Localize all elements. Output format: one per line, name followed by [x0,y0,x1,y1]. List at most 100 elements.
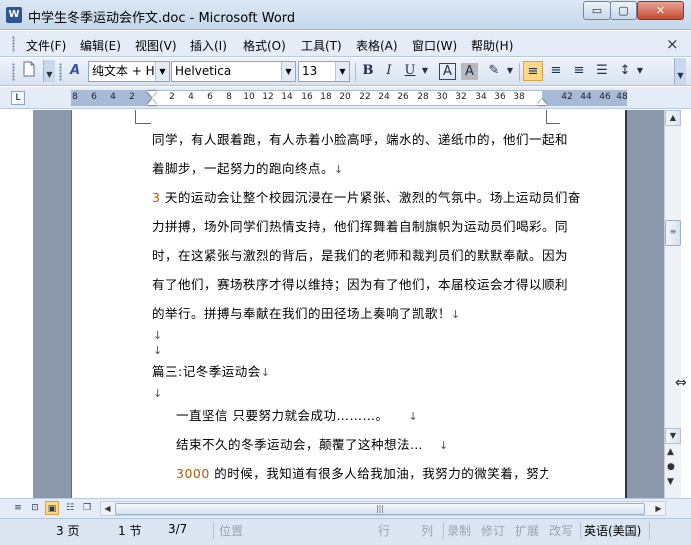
paragraph-mark-icon: ↓ [408,410,419,423]
menu-insert[interactable]: 插入(I) [190,37,227,54]
underline-button[interactable]: U [400,61,420,81]
toolbar-grip-handle[interactable] [12,63,15,81]
ruler-tick: 10 [243,92,255,102]
highlight-icon[interactable]: ✎ [484,61,504,81]
align-center-button[interactable]: ≡ [546,61,566,81]
justify-button[interactable]: ☰ [592,61,612,81]
scroll-right-button[interactable]: ▶ [652,502,665,515]
toolbar-overflow-chevron[interactable]: ▼ [43,60,55,82]
ruler-tick: 16 [301,92,313,102]
scroll-up-button[interactable]: ▲ [665,110,681,126]
menu-edit[interactable]: 编辑(E) [80,37,121,54]
ruler-tick: 4 [188,92,194,102]
style-select[interactable]: 纯文本 + H ▼ [88,61,170,82]
ruler-tick: 6 [207,92,213,102]
menu-grip-handle[interactable] [12,36,15,52]
horizontal-scrollbar[interactable]: ◀ ||| ▶ [100,501,666,516]
first-line-indent-marker[interactable] [147,91,157,97]
left-page-background [33,110,71,498]
ruler-tick: 4 [110,92,116,102]
paragraph-mark-icon: ↓ [153,344,163,357]
paragraph-line[interactable]: 同学，有人跟着跑，有人赤着小脸高呼，端水的、递纸巾的，他们一起和 [152,125,568,154]
resize-cursor-icon: ⇔ [675,375,687,391]
outline-view-icon[interactable]: ☷ [63,501,77,515]
new-document-icon[interactable] [19,61,39,81]
chevron-down-icon[interactable]: ▼ [155,62,169,81]
paragraph-line[interactable]: 一直坚信 只要努力就会成功………。 ↓ [176,401,571,431]
ruler-tick: 2 [169,92,175,102]
vertical-scroll-thumb[interactable]: ≡ [665,220,681,246]
hanging-indent-marker[interactable] [147,99,157,105]
word-app-icon[interactable]: W [6,7,22,23]
font-select[interactable]: Helvetica ▼ [171,61,296,82]
status-revise[interactable]: 修订 [481,522,505,539]
paragraph-line[interactable]: 有了他们，赛场秩序才得以维持；因为有了他们，本届校运会才得以顺利 [152,270,568,299]
menu-table[interactable]: 表格(A) [356,37,398,54]
paragraph-mark-icon: ↓ [153,387,163,400]
vertical-scrollbar[interactable]: ▲ ≡ ▼ ▲ ● ▼ [664,110,681,498]
status-section: 1 节 [118,524,142,538]
chevron-down-icon[interactable]: ▼ [335,62,349,81]
print-layout-view-icon[interactable]: ▣ [45,501,59,515]
title-bar: W 中学生冬季运动会作文.doc - Microsoft Word ▭ ▢ ✕ [0,0,691,30]
close-button[interactable]: ✕ [637,1,684,20]
document-close-icon[interactable]: × [666,35,679,53]
previous-page-icon[interactable]: ▲ [667,447,674,457]
right-page-background [627,110,664,498]
scroll-down-button[interactable]: ▼ [665,428,681,444]
paragraph-mark-icon: ↓ [439,439,449,452]
align-right-button[interactable]: ≡ [569,61,589,81]
right-indent-marker[interactable] [537,99,547,105]
status-position: 位置 [219,524,244,538]
paragraph-line[interactable]: 结束不久的冬季运动会，颠覆了这种想法… ↓ [176,430,571,460]
ruler-tick: 48 [616,92,628,102]
status-extend[interactable]: 扩展 [515,522,539,539]
ruler-tick: 6 [91,92,97,102]
styles-formatting-icon[interactable]: A [65,61,85,81]
menu-view[interactable]: 视图(V) [135,37,177,54]
paragraph-line[interactable]: 着脚步，一起努力的跑向终点。↓ [152,154,547,184]
ruler-tick: 44 [580,92,592,102]
maximize-button[interactable]: ▢ [610,1,637,20]
scroll-left-button[interactable]: ◀ [101,502,114,515]
underline-dropdown-icon[interactable]: ▼ [419,61,431,81]
status-overwrite[interactable]: 改写 [549,522,573,539]
next-page-icon[interactable]: ▼ [667,477,674,487]
chevron-down-icon[interactable]: ▼ [281,62,295,81]
menu-window[interactable]: 窗口(W) [412,37,457,54]
normal-view-icon[interactable]: ≡ [11,501,25,515]
minimize-button[interactable]: ▭ [583,1,611,20]
font-size-select[interactable]: 13 ▼ [298,61,350,82]
paragraph-line[interactable]: 时，在这紧张与激烈的背后，是我们的老师和裁判员们的默默奉献。因为 [152,241,568,270]
highlight-dropdown-icon[interactable]: ▼ [504,61,516,81]
select-browse-object-icon[interactable]: ● [667,462,675,472]
menu-help[interactable]: 帮助(H) [471,37,513,54]
tab-selector[interactable]: L [11,91,25,105]
character-shading-button[interactable]: A [461,63,478,80]
paragraph-line[interactable]: 力拼搏，场外同学们热情支持，他们挥舞着自制旗帜为运动员们喝彩。同 [152,212,568,241]
status-record[interactable]: 录制 [447,522,471,539]
ruler-bar: L 8 6 4 2 2 4 6 8 10 12 14 16 18 20 22 2… [0,87,691,109]
character-border-button[interactable]: A [439,63,456,80]
menu-tools[interactable]: 工具(T) [301,37,342,54]
toolbar-grip-handle-2[interactable] [59,63,62,81]
reading-layout-view-icon[interactable]: ❒ [80,501,94,515]
menu-format[interactable]: 格式(O) [243,37,286,54]
status-language[interactable]: 英语(美国) [584,522,641,539]
paragraph-line[interactable]: 的举行。拼搏与奉献在我们的田径场上奏响了凯歌！↓ [152,299,547,329]
line-spacing-dropdown-icon[interactable]: ▼ [634,61,646,81]
status-separator [649,522,650,539]
bold-button[interactable]: B [358,61,378,81]
web-layout-view-icon[interactable]: ⊡ [28,501,42,515]
line-spacing-icon[interactable]: ↕ [615,61,635,81]
align-left-button[interactable]: ≡ [523,61,543,81]
italic-button[interactable]: I [379,61,399,81]
menu-file[interactable]: 文件(F) [26,37,66,54]
paragraph-line[interactable]: 3 天的运动会让整个校园沉浸在一片紧张、激烈的气氛中。场上运动员们奋 [152,183,580,212]
toolbar-options-chevron[interactable]: ▼ [674,58,686,85]
horizontal-scroll-thumb[interactable]: ||| [115,503,645,515]
section-heading[interactable]: 篇三:记冬季运动会↓ [152,357,547,387]
paragraph-line[interactable]: 3000 的时候，我知道有很多人给我加油，我努力的微笑着，努力使自 [176,459,548,488]
toolbar-separator [519,63,520,81]
horizontal-ruler[interactable]: 8 6 4 2 2 4 6 8 10 12 14 16 18 20 22 24 … [71,90,628,106]
